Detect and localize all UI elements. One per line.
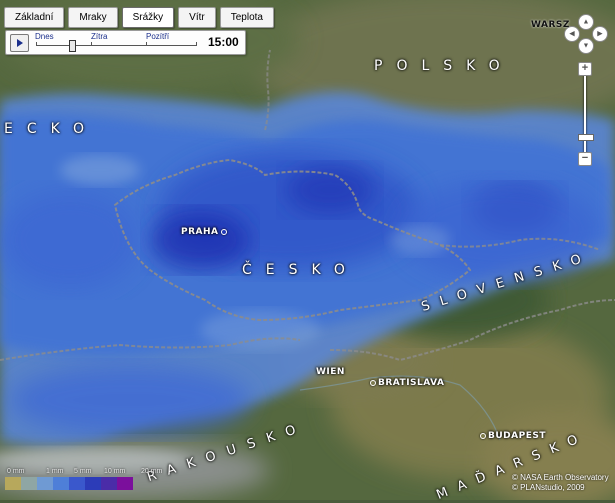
layer-tabs: Základní Mraky Srážky Vítr Teplota (4, 7, 274, 28)
legend-swatch (69, 477, 85, 490)
time-slider-tick (196, 42, 197, 46)
time-label-today: Dnes (35, 32, 54, 41)
tab-vitr[interactable]: Vítr (178, 7, 216, 28)
map-pan-control: ▲ ◀ ▶ ▼ (564, 14, 608, 54)
legend-swatch (5, 477, 21, 490)
zoom-out-icon[interactable]: − (578, 152, 592, 166)
arrow-left-icon[interactable]: ◀ (564, 26, 580, 42)
city-dot-icon (220, 228, 227, 235)
time-slider-track[interactable] (36, 45, 196, 46)
legend-swatches (5, 477, 133, 490)
tab-teplota[interactable]: Teplota (219, 7, 274, 28)
map-credits: © NASA Earth Observatory © PLANstudio, 2… (512, 473, 609, 493)
legend-swatch (117, 477, 133, 490)
legend-swatch (85, 477, 101, 490)
play-icon[interactable] (10, 34, 29, 52)
city-label-budapest: BUDAPEST (478, 431, 546, 441)
city-label-bratislava: BRATISLAVA (368, 378, 444, 388)
city-label-praha: PRAHA (181, 227, 229, 237)
zoom-control: + − (578, 62, 594, 166)
time-label-tomorrow: Zítra (91, 32, 108, 41)
legend-label: 0 mm (7, 468, 25, 475)
time-slider-tick (36, 42, 37, 46)
zoom-handle[interactable] (578, 134, 594, 141)
legend-label: 1 mm (46, 468, 64, 475)
city-name: WIEN (316, 367, 345, 377)
legend-label: 10 mm (104, 468, 126, 475)
precipitation-map[interactable] (0, 0, 615, 500)
arrow-down-icon[interactable]: ▼ (578, 38, 594, 54)
credit-line: © PLANstudio, 2009 (512, 483, 585, 492)
legend-swatch (53, 477, 69, 490)
country-label-cesko: ČESKO (242, 262, 359, 278)
country-label-ecko: ECKO (4, 121, 99, 137)
city-dot-icon (370, 379, 376, 386)
legend-swatch (21, 477, 37, 490)
legend-swatch (37, 477, 53, 490)
time-slider-tick (91, 42, 92, 46)
time-label-day-after: Pozítří (146, 32, 170, 41)
legend-label: 20 mm (141, 468, 163, 475)
tab-srazky[interactable]: Srážky (121, 7, 175, 28)
time-slider-tick (146, 42, 147, 46)
country-label-polsko: POLSKO (374, 58, 514, 74)
precipitation-legend: 0 mm 1 mm 5 mm 10 mm 20 mm (0, 468, 175, 500)
city-dot-icon (480, 432, 486, 439)
arrow-up-icon[interactable]: ▲ (578, 14, 594, 30)
time-panel: Dnes Zítra Pozítří 15:00 (5, 30, 246, 55)
city-name: BUDAPEST (488, 431, 546, 441)
city-label-wien: WIEN (316, 367, 345, 377)
tab-mraky[interactable]: Mraky (68, 7, 118, 28)
city-name: BRATISLAVA (378, 378, 445, 388)
tab-zakladni[interactable]: Základní (4, 7, 65, 28)
time-value: 15:00 (208, 35, 239, 49)
zoom-in-icon[interactable]: + (578, 62, 592, 76)
legend-label: 5 mm (74, 468, 92, 475)
arrow-right-icon[interactable]: ▶ (592, 26, 608, 42)
time-slider-handle[interactable] (69, 40, 76, 52)
legend-swatch (101, 477, 117, 490)
credit-line: © NASA Earth Observatory (512, 473, 609, 482)
zoom-track[interactable] (584, 74, 586, 154)
city-name: PRAHA (181, 227, 219, 237)
